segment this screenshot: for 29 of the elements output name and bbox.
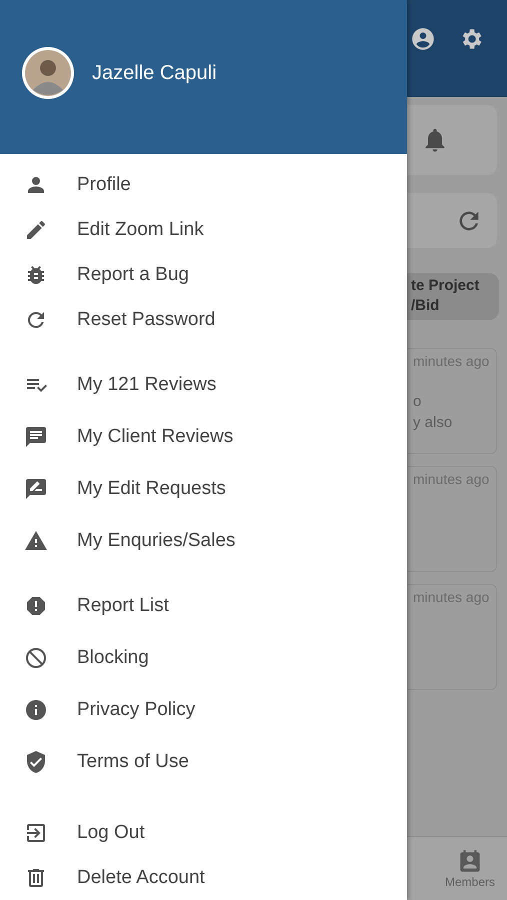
user-name: Jazelle Capuli bbox=[92, 62, 217, 84]
menu-item[interactable]: My Client Reviews bbox=[0, 411, 407, 463]
account-icon[interactable] bbox=[410, 26, 436, 52]
menu-item[interactable]: Blocking bbox=[0, 632, 407, 684]
menu-item[interactable]: Report a Bug bbox=[0, 252, 407, 297]
menu-item[interactable]: Edit Zoom Link bbox=[0, 207, 407, 252]
menu-item[interactable]: My Enquries/Sales bbox=[0, 515, 407, 567]
menu-item[interactable]: My Edit Requests bbox=[0, 463, 407, 515]
notification-card[interactable] bbox=[407, 105, 497, 175]
menu-item[interactable]: Report List bbox=[0, 580, 407, 632]
warning-icon bbox=[24, 529, 48, 553]
project-button[interactable]: te Project /Bid bbox=[407, 273, 499, 320]
menu-item[interactable]: My 121 Reviews bbox=[0, 359, 407, 411]
menu-item[interactable]: Reset Password bbox=[0, 297, 407, 342]
chat-edit-icon bbox=[24, 477, 48, 501]
post-text: o bbox=[413, 393, 422, 410]
avatar bbox=[21, 46, 75, 100]
post-text: y also bbox=[413, 414, 454, 431]
menu-item[interactable]: Log Out bbox=[0, 810, 407, 855]
menu-item[interactable]: Privacy Policy bbox=[0, 684, 407, 736]
message-icon bbox=[24, 425, 48, 449]
block-icon bbox=[24, 646, 48, 670]
alert-icon bbox=[24, 594, 48, 618]
menu-item[interactable]: Terms of Use bbox=[0, 736, 407, 788]
menu-item[interactable]: Profile bbox=[0, 162, 407, 207]
refresh-card[interactable] bbox=[407, 193, 497, 248]
menu-item[interactable]: Delete Account bbox=[0, 855, 407, 900]
info-icon bbox=[24, 698, 48, 722]
shield-check-icon bbox=[24, 750, 48, 774]
